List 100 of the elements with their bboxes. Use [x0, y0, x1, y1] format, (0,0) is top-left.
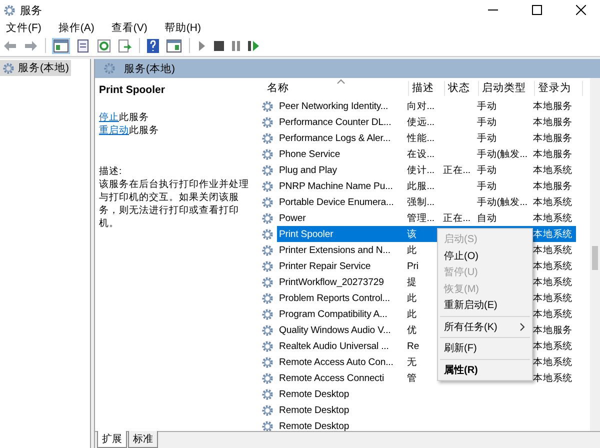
menu-item[interactable]: 属性(R) — [438, 362, 532, 378]
table-cell: 此 — [407, 308, 417, 320]
gear-icon — [261, 100, 274, 112]
table-cell: 本地系统 — [533, 292, 573, 304]
chevron-right-icon — [520, 322, 525, 331]
table-cell: 此 — [407, 292, 417, 304]
scrollbar-thumb[interactable] — [592, 246, 598, 270]
table-cell: 本地系统 — [533, 308, 573, 320]
refresh-icon[interactable] — [97, 38, 111, 52]
table-cell: 向对... — [407, 100, 434, 112]
gear-icon — [261, 324, 274, 336]
menu-item[interactable]: 刷新(F) — [438, 340, 532, 356]
table-cell[interactable]: Performance Counter DL... — [277, 114, 405, 130]
tab[interactable]: 扩展 — [97, 431, 127, 448]
help-icon[interactable] — [147, 38, 159, 52]
table-cell: 本地系统 — [533, 276, 573, 288]
action-text: 停止此服务 — [99, 111, 150, 124]
properties-icon[interactable] — [76, 38, 90, 52]
table-cell[interactable]: PNRP Machine Name Pu... — [277, 178, 405, 194]
action-text: 重启动此服务 — [99, 124, 160, 137]
table-cell[interactable]: Power — [277, 210, 405, 226]
table-cell: 本地系统 — [533, 196, 573, 208]
table-cell: 优 — [407, 324, 417, 336]
table-cell[interactable]: Print Spooler — [277, 226, 405, 242]
table-cell: 本地系统 — [533, 356, 573, 368]
menu-item[interactable]: 文件(F) — [6, 20, 42, 34]
table-cell: 本地服务 — [533, 132, 573, 144]
gear-icon — [261, 228, 274, 240]
table-cell: 本地系统 — [533, 228, 573, 240]
gear-icon — [261, 420, 274, 431]
gear-icon — [261, 404, 274, 416]
table-cell: 本地系统 — [533, 212, 573, 224]
gear-icon — [261, 148, 274, 160]
gear-icon — [261, 276, 274, 288]
console-tree-icon[interactable] — [53, 38, 69, 52]
play-icon[interactable] — [197, 40, 207, 50]
table-cell[interactable]: Remote Desktop — [277, 418, 405, 431]
restart-icon[interactable] — [248, 40, 260, 50]
table-cell: 正在... — [443, 212, 470, 224]
gear-icon — [261, 292, 274, 304]
table-cell: 该 — [407, 228, 417, 240]
table-cell[interactable]: Realtek Audio Universal ... — [277, 338, 405, 354]
sort-caret-icon — [337, 79, 345, 84]
column-header[interactable]: 状态 — [445, 81, 479, 96]
table-cell[interactable]: Printer Repair Service — [277, 258, 405, 274]
table-cell[interactable]: Problem Reports Control... — [277, 290, 405, 306]
table-cell: 本地系统 — [533, 340, 573, 352]
table-cell[interactable]: Remote Access Connecti — [277, 370, 405, 386]
table-cell[interactable]: Peer Networking Identity... — [277, 98, 405, 114]
tab[interactable]: 标准 — [128, 431, 158, 448]
service-name: Print Spooler — [99, 84, 166, 97]
action-link[interactable]: 停止 — [99, 112, 119, 123]
table-cell: 使远... — [407, 116, 434, 128]
table-cell: 手动(触发... — [477, 148, 528, 160]
table-cell: 本地系统 — [533, 164, 573, 176]
export-icon[interactable] — [118, 38, 132, 52]
table-cell: 本地系统 — [533, 260, 573, 272]
menu-item[interactable]: 重新启动(E) — [438, 297, 532, 314]
table-cell: 性能... — [407, 132, 434, 144]
window-title: 服务 — [20, 4, 42, 18]
gear-icon — [261, 372, 274, 384]
column-header[interactable]: 描述 — [409, 81, 445, 96]
menu-item[interactable]: 停止(O) — [438, 248, 532, 264]
back-arrow-icon[interactable] — [3, 40, 17, 52]
close-icon[interactable] — [576, 5, 586, 15]
table-cell[interactable]: Program Compatibility A... — [277, 306, 405, 322]
table-cell: 本地服务 — [533, 180, 573, 192]
table-cell[interactable]: Remote Desktop — [277, 402, 405, 418]
table-cell[interactable]: Remote Desktop — [277, 386, 405, 402]
gear-icon — [103, 62, 116, 75]
table-cell: 手动 — [477, 116, 497, 128]
table-cell[interactable]: Quality Windows Audio V... — [277, 322, 405, 338]
table-cell[interactable]: Performance Logs & Aler... — [277, 130, 405, 146]
menu-item[interactable]: 帮助(H) — [164, 20, 201, 34]
table-cell[interactable]: PrintWorkflow_20273729 — [277, 274, 405, 290]
gear-icon — [261, 212, 274, 224]
column-header[interactable]: 登录为 — [535, 81, 583, 96]
gear-icon — [3, 4, 16, 16]
menu-item[interactable]: 操作(A) — [58, 20, 94, 34]
action-link[interactable]: 重启动 — [99, 125, 129, 136]
pause-icon[interactable] — [231, 40, 241, 50]
table-cell[interactable]: Remote Access Auto Con... — [277, 354, 405, 370]
description-text: 该服务在后台执行打印作业并处理与打印机的交互。如果关闭该服务，则无法进行打印或查看打印机。 — [99, 178, 250, 230]
tree-item[interactable]: 服务(本地) — [0, 60, 71, 76]
menu-item[interactable]: 查看(V) — [111, 20, 148, 34]
table-cell[interactable]: Phone Service — [277, 146, 405, 162]
gear-icon — [261, 388, 274, 400]
column-header[interactable]: 名称 — [265, 81, 409, 96]
pane-icon[interactable] — [166, 38, 182, 52]
scrollbar[interactable] — [590, 78, 600, 431]
table-cell[interactable]: Portable Device Enumera... — [277, 194, 405, 210]
description-label: 描述: — [99, 165, 123, 178]
column-header[interactable]: 启动类型 — [479, 81, 535, 96]
table-cell[interactable]: Plug and Play — [277, 162, 405, 178]
gear-icon — [261, 116, 274, 128]
table-cell[interactable]: Printer Extensions and N... — [277, 242, 405, 258]
menu-item[interactable]: 所有任务(K) — [438, 318, 532, 335]
forward-arrow-icon[interactable] — [24, 40, 38, 52]
maximize-icon[interactable] — [532, 5, 542, 15]
stop-icon[interactable] — [214, 40, 224, 50]
